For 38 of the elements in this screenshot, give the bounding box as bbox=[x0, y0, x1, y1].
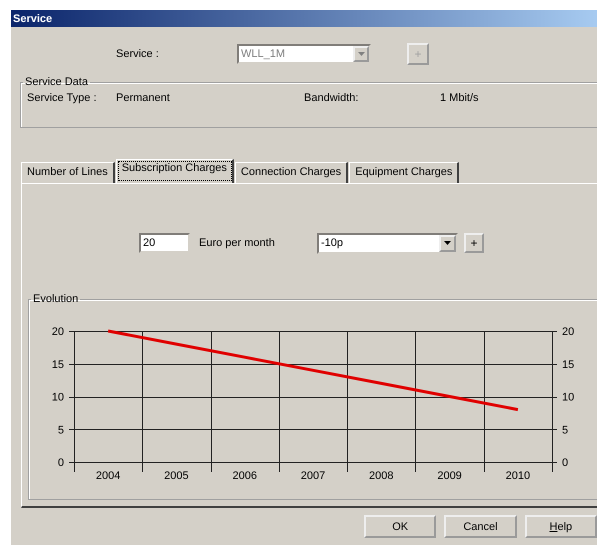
axis-label: 10 bbox=[52, 392, 64, 404]
axis-label: 2007 bbox=[300, 470, 326, 482]
axis-label: 2005 bbox=[164, 470, 189, 482]
field-label: Service Type : bbox=[27, 92, 98, 104]
dialog-button[interactable]: Cancel bbox=[444, 515, 517, 538]
caret-icon bbox=[358, 52, 364, 56]
group-title: Evolution bbox=[32, 293, 80, 305]
axis-label: 20 bbox=[52, 326, 64, 338]
field-label: Bandwidth: bbox=[304, 92, 360, 104]
axis-label: 2008 bbox=[369, 470, 394, 482]
amount-field[interactable]: 20 bbox=[139, 233, 190, 253]
tab[interactable]: Number of Lines bbox=[21, 162, 115, 183]
tab[interactable]: Subscription Charges bbox=[116, 159, 234, 183]
axis-label: 2009 bbox=[437, 470, 462, 482]
caret-icon bbox=[444, 241, 451, 245]
axis-label: 20 bbox=[562, 326, 574, 338]
axis-label: 2004 bbox=[96, 470, 120, 482]
add-button[interactable]: + bbox=[464, 233, 484, 253]
tab[interactable]: Equipment Charges bbox=[349, 162, 460, 183]
dialog-button[interactable]: OK bbox=[364, 515, 436, 538]
tab[interactable]: Connection Charges bbox=[234, 162, 348, 183]
axis-label: 0 bbox=[562, 457, 568, 469]
axis-label: 15 bbox=[52, 358, 64, 371]
axis-label: 2006 bbox=[232, 470, 257, 482]
axis-label: 2010 bbox=[506, 470, 530, 482]
field-label: Service : bbox=[116, 48, 160, 60]
axis-label: 5 bbox=[562, 424, 568, 436]
group-title: Service Data bbox=[24, 76, 89, 88]
axis-label: 0 bbox=[58, 457, 64, 469]
unit-label: Euro per month bbox=[199, 237, 276, 249]
axis-label: 5 bbox=[58, 424, 64, 436]
field-value: 1 Mbit/s bbox=[440, 92, 479, 104]
dialog-button[interactable]: Help bbox=[524, 515, 597, 538]
axis-label: 10 bbox=[562, 392, 574, 404]
axis-label: 15 bbox=[562, 358, 574, 371]
window-title: Service bbox=[13, 12, 52, 24]
dropdown[interactable]: -10p bbox=[317, 232, 458, 254]
field-value: Permanent bbox=[116, 92, 171, 104]
